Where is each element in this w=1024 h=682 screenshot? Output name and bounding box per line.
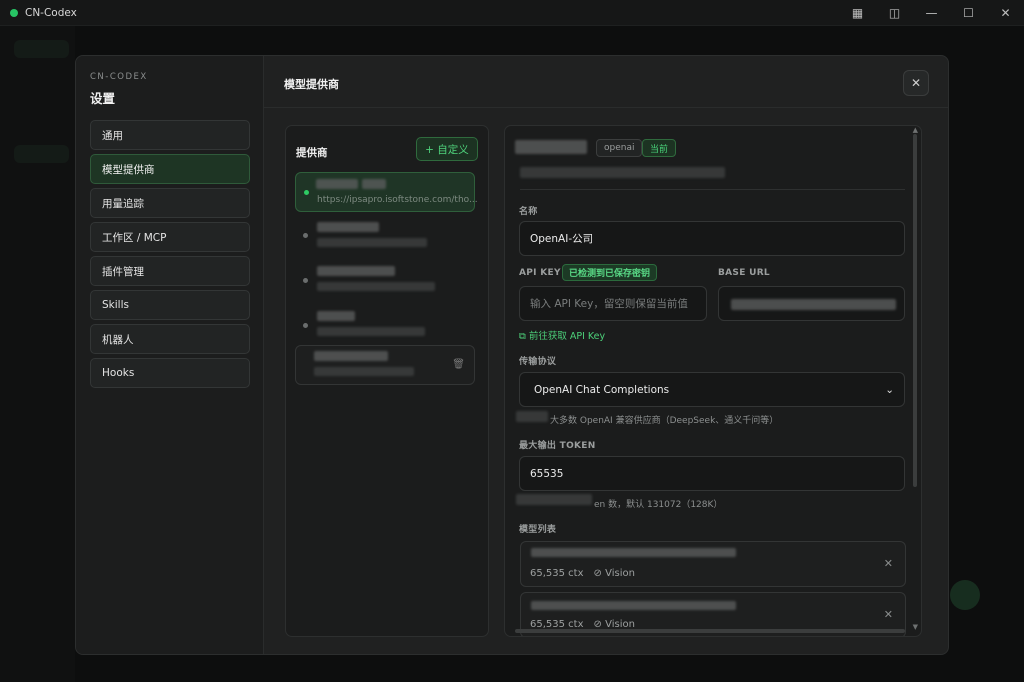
redacted-provider-name xyxy=(515,140,587,154)
protocol-select[interactable]: OpenAI Chat Completions ⌄ xyxy=(519,372,905,407)
active-dot-icon xyxy=(304,190,309,195)
redacted-url xyxy=(731,299,896,310)
minimize-icon[interactable]: — xyxy=(913,0,950,26)
base-url-label: BASE URL xyxy=(718,268,770,278)
redacted-text xyxy=(516,411,548,422)
provider-url: https://ipsapro.isoftstone.com/tho... xyxy=(317,195,478,205)
settings-title: 设置 xyxy=(90,91,116,106)
redacted-text xyxy=(314,367,414,376)
base-url-input[interactable] xyxy=(718,286,905,321)
background-item xyxy=(14,145,69,163)
add-custom-provider-button[interactable]: + 自定义 xyxy=(416,137,478,161)
inactive-dot-icon xyxy=(303,278,308,283)
redacted-text xyxy=(317,282,435,291)
vision-icon: ⊘ xyxy=(593,568,606,579)
max-output-input[interactable]: 65535 xyxy=(519,456,905,491)
protocol-hint: 大多数 OpenAI 兼容供应商（DeepSeek、通义千问等） xyxy=(550,416,779,426)
scroll-down-icon[interactable]: ▼ xyxy=(913,623,918,631)
model-context: 65,535 ctx xyxy=(530,568,584,579)
scroll-up-icon[interactable]: ▲ xyxy=(913,126,918,134)
chevron-down-icon: ⌄ xyxy=(885,384,894,396)
page-title: 模型提供商 xyxy=(284,78,339,91)
title-bar: CN-Codex ▦ ◫ — ☐ ✕ xyxy=(0,0,1024,26)
window-controls: ▦ ◫ — ☐ ✕ xyxy=(839,0,1024,26)
redacted-text xyxy=(317,311,355,321)
redacted-text xyxy=(314,351,388,361)
model-vision-label: Vision xyxy=(605,568,635,579)
close-button[interactable]: ✕ xyxy=(903,70,929,96)
provider-list-panel: 提供商 + 自定义 https://ipsapro.isoftstone.com… xyxy=(285,125,489,637)
get-api-key-text: 前往获取 API Key xyxy=(528,331,606,342)
horizontal-scrollbar[interactable] xyxy=(515,629,905,633)
divider xyxy=(520,189,905,190)
provider-item[interactable]: 🗑 xyxy=(295,345,475,385)
name-label: 名称 xyxy=(519,207,538,217)
remove-model-icon[interactable]: ✕ xyxy=(884,557,893,570)
name-field[interactable]: OpenAI-公司 xyxy=(519,221,905,256)
provider-item[interactable] xyxy=(295,216,475,256)
nav-item-usage-tracking[interactable]: 用量追踪 xyxy=(90,188,250,218)
settings-modal: CN-CODEX 设置 通用 模型提供商 用量追踪 工作区 / MCP 插件管理… xyxy=(75,55,949,655)
background-sidebar xyxy=(0,26,75,682)
close-icon[interactable]: ✕ xyxy=(987,0,1024,26)
redacted-description xyxy=(520,167,725,178)
redacted-text xyxy=(317,327,425,336)
get-api-key-link[interactable]: ⧉ 前往获取 API Key xyxy=(519,328,605,342)
close-icon: ✕ xyxy=(910,76,922,90)
redacted-text xyxy=(516,494,592,505)
redacted-text xyxy=(362,179,386,189)
maximize-icon[interactable]: ☐ xyxy=(950,0,987,26)
modal-header: 模型提供商 ✕ xyxy=(264,56,948,108)
provider-item[interactable] xyxy=(295,306,475,346)
background-item xyxy=(950,580,980,610)
api-key-input[interactable]: 输入 API Key，留空则保留当前值 xyxy=(519,286,707,321)
app-status-dot xyxy=(10,8,18,17)
grid-icon[interactable]: ▦ xyxy=(839,0,876,26)
remove-model-icon[interactable]: ✕ xyxy=(884,608,893,621)
current-provider-badge: 当前 xyxy=(642,139,677,157)
redacted-model-name xyxy=(531,548,736,557)
max-output-label: 最大输出 TOKEN xyxy=(519,441,596,451)
external-link-icon: ⧉ xyxy=(519,331,526,342)
redacted-text xyxy=(317,238,427,247)
nav-item-bots[interactable]: 机器人 xyxy=(90,324,250,354)
protocol-label: 传输协议 xyxy=(519,357,557,367)
nav-item-general[interactable]: 通用 xyxy=(90,120,250,150)
provider-item[interactable] xyxy=(295,261,475,301)
vertical-scrollbar[interactable] xyxy=(913,134,917,487)
redacted-text xyxy=(317,222,379,232)
inactive-dot-icon xyxy=(303,233,308,238)
app-title: CN-Codex xyxy=(25,6,77,19)
panel-icon[interactable]: ◫ xyxy=(876,0,913,26)
trash-icon[interactable]: 🗑 xyxy=(452,359,465,370)
brand-label: CN-CODEX xyxy=(90,72,148,82)
settings-nav: 通用 模型提供商 用量追踪 工作区 / MCP 插件管理 Skills 机器人 … xyxy=(90,120,250,392)
provider-type-tag: openai xyxy=(596,139,643,157)
protocol-value: OpenAI Chat Completions xyxy=(534,383,670,396)
inactive-dot-icon xyxy=(303,323,308,328)
models-label: 模型列表 xyxy=(519,525,557,535)
provider-item[interactable]: https://ipsapro.isoftstone.com/tho... xyxy=(295,172,478,212)
model-card: 65,535 ctx ⊘ Vision ✕ xyxy=(520,541,906,587)
max-output-hint: en 数，默认 131072（128K） xyxy=(594,500,723,510)
provider-list-heading: 提供商 xyxy=(296,147,328,159)
nav-item-plugins[interactable]: 插件管理 xyxy=(90,256,250,286)
nav-item-workspace-mcp[interactable]: 工作区 / MCP xyxy=(90,222,250,252)
nav-item-model-providers[interactable]: 模型提供商 xyxy=(90,154,250,184)
background-item xyxy=(14,40,69,58)
api-key-saved-badge: 已检测到已保存密钥 xyxy=(562,264,658,281)
redacted-model-name xyxy=(531,601,736,610)
redacted-text xyxy=(316,179,358,189)
model-meta: 65,535 ctx ⊘ Vision xyxy=(530,568,635,579)
settings-sidebar: CN-CODEX 设置 通用 模型提供商 用量追踪 工作区 / MCP 插件管理… xyxy=(76,56,264,654)
api-key-label: API KEY xyxy=(519,268,561,278)
redacted-text xyxy=(317,266,395,276)
nav-item-skills[interactable]: Skills xyxy=(90,290,250,320)
model-vision: ⊘ Vision xyxy=(594,568,635,579)
nav-item-hooks[interactable]: Hooks xyxy=(90,358,250,388)
provider-detail-panel: openai 当前 名称 OpenAI-公司 API KEY 已检测到已保存密钥… xyxy=(504,125,922,637)
